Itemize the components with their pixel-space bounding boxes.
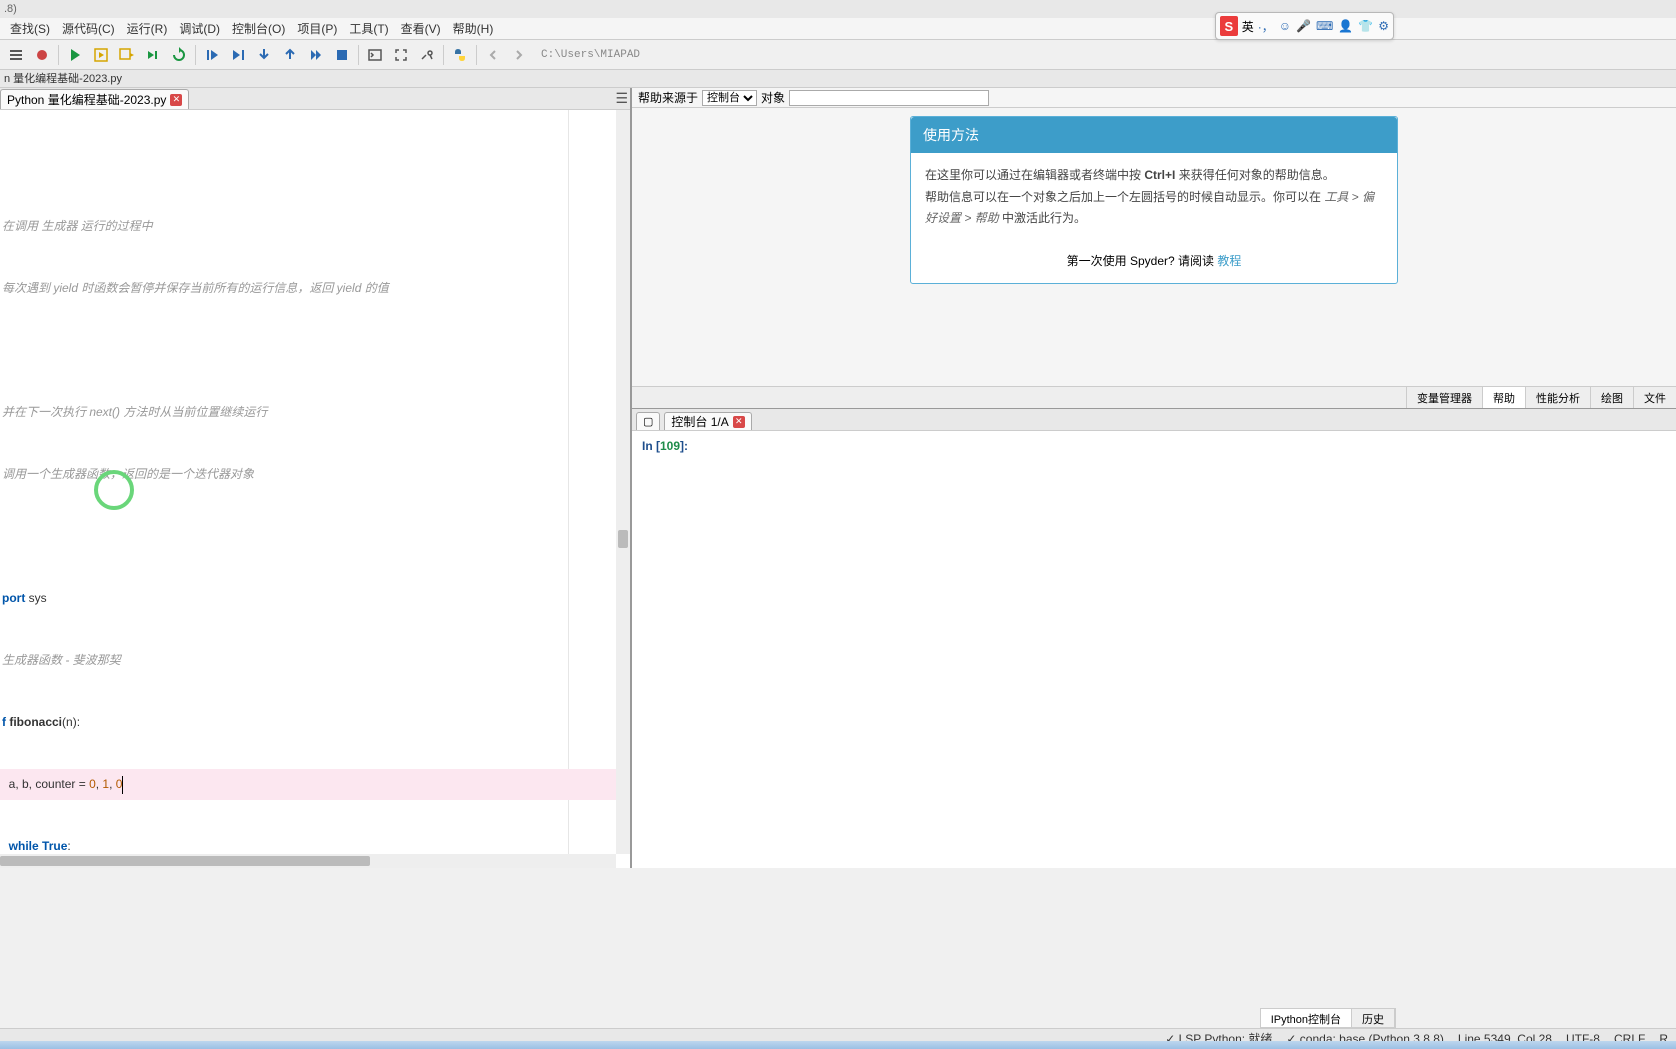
close-tab-icon[interactable]: ✕ [170, 94, 182, 106]
tab-help[interactable]: 帮助 [1482, 387, 1525, 408]
tab-ipython-console[interactable]: IPython控制台 [1261, 1009, 1352, 1027]
editor-tabs: Python 量化编程基础-2023.py ✕ ☰ [0, 88, 630, 110]
console-collapse-icon[interactable]: ▢ [636, 412, 660, 430]
tab-variable-explorer[interactable]: 变量管理器 [1406, 387, 1482, 408]
working-dir-display: C:\Users\MIAPAD [541, 49, 640, 61]
sogou-logo-icon[interactable]: S [1220, 16, 1238, 36]
tab-history[interactable]: 历史 [1352, 1009, 1395, 1027]
console-tab-label: 控制台 1/A [671, 413, 728, 430]
toolbar: C:\Users\MIAPAD [0, 40, 1676, 70]
stop-debug-icon[interactable] [330, 43, 354, 67]
scrollbar-thumb[interactable] [0, 856, 370, 866]
forward-icon[interactable] [507, 43, 531, 67]
settings-icon[interactable] [415, 43, 439, 67]
ime-keyboard-icon[interactable]: ⌨ [1316, 19, 1333, 33]
console-tabs: ▢ 控制台 1/A ✕ [632, 409, 1676, 431]
menu-source[interactable]: 源代码(C) [56, 20, 121, 37]
help-source-label: 帮助来源于 [638, 89, 698, 106]
console-tab-1a[interactable]: 控制台 1/A ✕ [664, 412, 751, 430]
editor-horizontal-scrollbar[interactable] [0, 854, 616, 868]
sogou-ime-widget[interactable]: S 英 ·， ☺ 🎤 ⌨ 👤 👕 ⚙ [1215, 12, 1394, 40]
continue-icon[interactable] [304, 43, 328, 67]
help-intro-panel: 使用方法 在这里你可以通过在编辑器或者终端中按 Ctrl+I 来获得任何对象的帮… [910, 116, 1398, 284]
help-panel-title: 使用方法 [911, 117, 1397, 153]
ime-face-icon[interactable]: ☺ [1279, 19, 1291, 33]
terminal-icon[interactable] [363, 43, 387, 67]
console-prompt: In [109]: [642, 439, 1666, 453]
rerun-icon[interactable] [167, 43, 191, 67]
step-into-icon[interactable] [252, 43, 276, 67]
help-object-input[interactable] [789, 90, 989, 106]
title-bar: .8) [0, 0, 1676, 18]
menu-bar: 查找(S) 源代码(C) 运行(R) 调试(D) 控制台(O) 项目(P) 工具… [0, 18, 1676, 40]
editor-tab-active[interactable]: Python 量化编程基础-2023.py ✕ [0, 89, 189, 109]
editor-pane: Python 量化编程基础-2023.py ✕ ☰ 在调用 生成器 运行的过程中… [0, 88, 631, 868]
menu-help[interactable]: 帮助(H) [447, 20, 500, 37]
editor-tab-label: Python 量化编程基础-2023.py [7, 91, 166, 108]
menu-console[interactable]: 控制台(O) [226, 20, 291, 37]
ime-mic-icon[interactable]: 🎤 [1296, 19, 1311, 33]
help-panel-footer: 第一次使用 Spyder? 请阅读 教程 [911, 242, 1397, 283]
menu-debug[interactable]: 调试(D) [173, 20, 226, 37]
help-toolbar: 帮助来源于 控制台 对象 [632, 88, 1676, 108]
run-selection-icon[interactable] [141, 43, 165, 67]
right-pane: 帮助来源于 控制台 对象 使用方法 在这里你可以通过在编辑器或者终端中按 Ctr… [631, 88, 1676, 868]
menu-view[interactable]: 查看(V) [395, 20, 447, 37]
help-panel-body: 在这里你可以通过在编辑器或者终端中按 Ctrl+I 来获得任何对象的帮助信息。 … [911, 153, 1397, 242]
help-source-select[interactable]: 控制台 [702, 90, 757, 106]
menu-tools[interactable]: 工具(T) [343, 20, 394, 37]
console-output[interactable]: In [109]: [632, 431, 1676, 868]
toolbar-lines-icon[interactable] [4, 43, 28, 67]
back-icon[interactable] [481, 43, 505, 67]
ime-punct-icon[interactable]: ·， [1258, 18, 1274, 35]
help-content: 使用方法 在这里你可以通过在编辑器或者终端中按 Ctrl+I 来获得任何对象的帮… [632, 108, 1676, 386]
ime-user-icon[interactable]: 👤 [1338, 19, 1353, 33]
step-over-icon[interactable] [226, 43, 250, 67]
menu-run[interactable]: 运行(R) [121, 20, 174, 37]
ime-skin-icon[interactable]: 👕 [1358, 19, 1373, 33]
file-path-bar: n 量化编程基础-2023.py [0, 70, 1676, 88]
maximize-icon[interactable] [389, 43, 413, 67]
tutorial-link[interactable]: 教程 [1217, 254, 1241, 268]
run-cell-advance-icon[interactable] [115, 43, 139, 67]
tab-files[interactable]: 文件 [1633, 387, 1676, 408]
tab-plots[interactable]: 绘图 [1590, 387, 1633, 408]
editor-vertical-scrollbar[interactable] [616, 110, 630, 854]
run-icon[interactable] [63, 43, 87, 67]
code-editor[interactable]: 在调用 生成器 运行的过程中 每次遇到 yield 时函数会暂停并保存当前所有的… [0, 110, 630, 868]
toolbar-breakpoint-icon[interactable] [30, 43, 54, 67]
run-cell-icon[interactable] [89, 43, 113, 67]
console-bottom-tabs: IPython控制台 历史 [1260, 1008, 1396, 1028]
editor-menu-icon[interactable]: ☰ [615, 90, 628, 107]
menu-project[interactable]: 项目(P) [291, 20, 343, 37]
ime-toolbox-icon[interactable]: ⚙ [1378, 19, 1389, 33]
console-pane: ▢ 控制台 1/A ✕ In [109]: [632, 408, 1676, 868]
tab-profiler[interactable]: 性能分析 [1525, 387, 1590, 408]
step-out-icon[interactable] [278, 43, 302, 67]
scrollbar-thumb[interactable] [618, 530, 628, 548]
debug-icon[interactable] [200, 43, 224, 67]
code-content[interactable]: 在调用 生成器 运行的过程中 每次遇到 yield 时函数会暂停并保存当前所有的… [0, 110, 616, 854]
python-path-icon[interactable] [448, 43, 472, 67]
ime-lang-label[interactable]: 英 [1242, 18, 1254, 35]
help-object-label: 对象 [761, 89, 785, 106]
menu-find[interactable]: 查找(S) [4, 20, 56, 37]
close-console-icon[interactable]: ✕ [733, 416, 745, 428]
right-pane-tabs: 变量管理器 帮助 性能分析 绘图 文件 [632, 386, 1676, 408]
